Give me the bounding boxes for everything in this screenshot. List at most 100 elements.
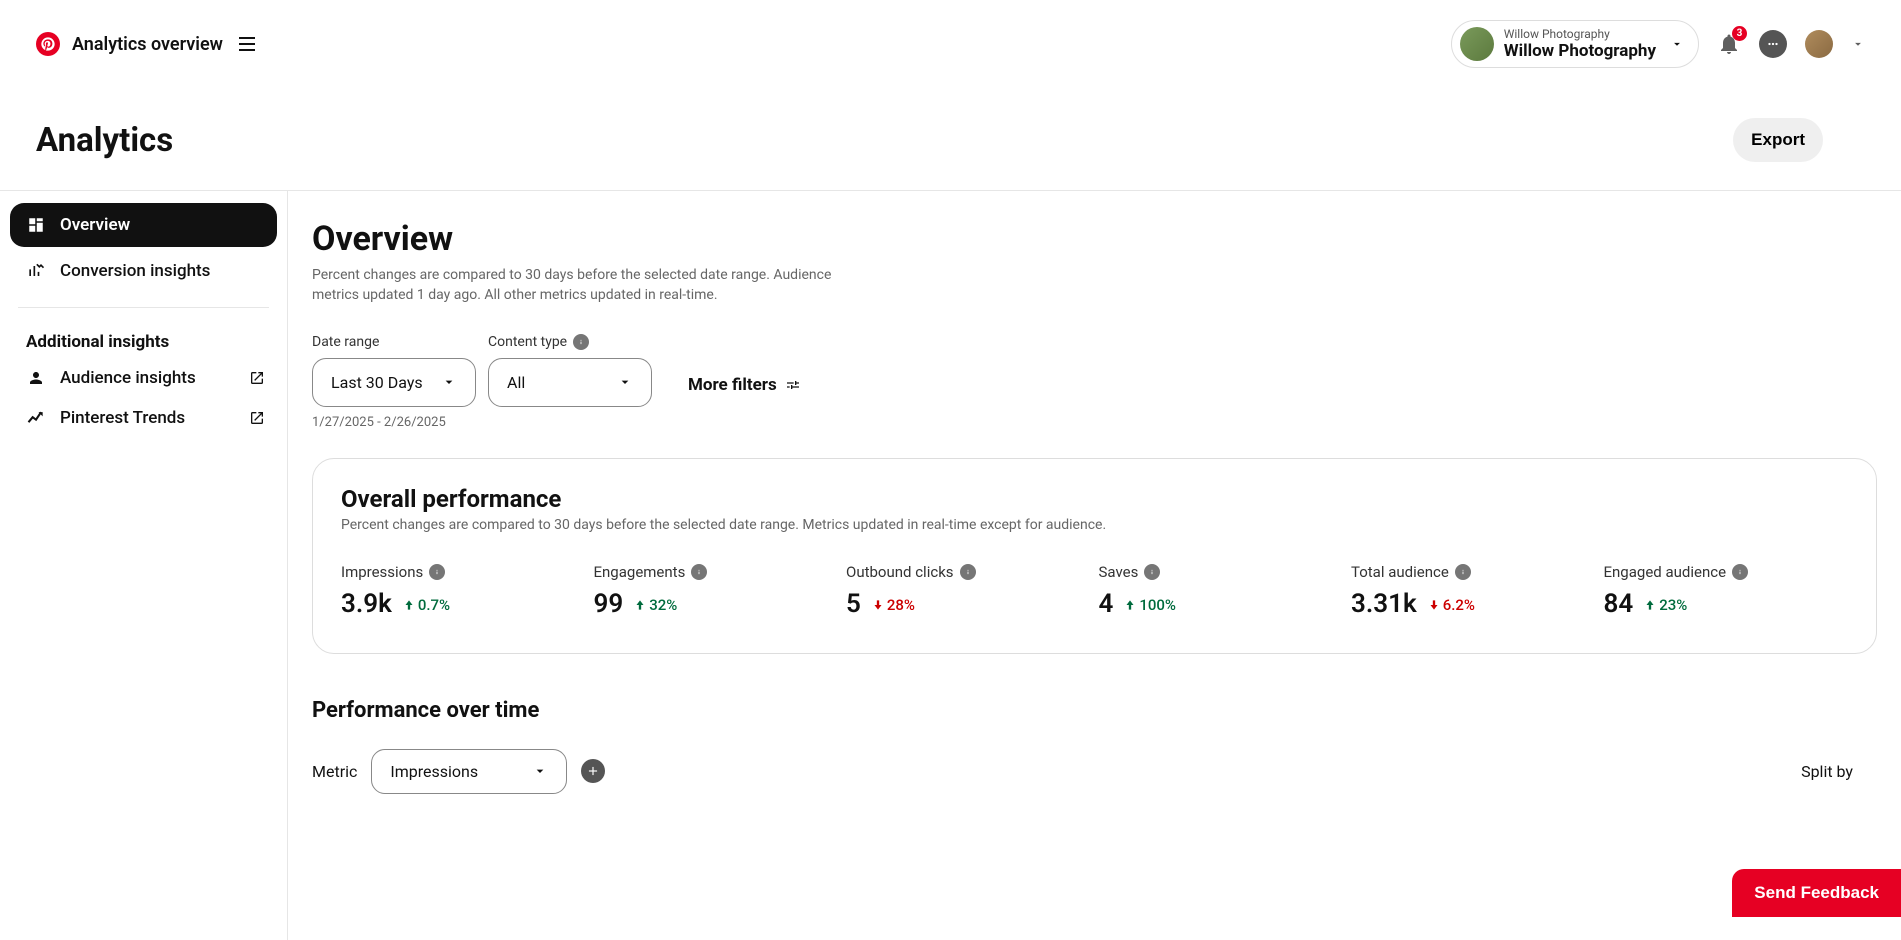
info-icon[interactable]: [573, 334, 589, 350]
messages-button[interactable]: [1759, 30, 1787, 58]
metric-value-row: 99 32%: [594, 589, 839, 619]
add-metric-button[interactable]: [581, 759, 605, 783]
metric-outbound-clicks[interactable]: Outbound clicks 528%: [846, 563, 1091, 619]
info-icon[interactable]: [1144, 564, 1160, 580]
performance-over-time-row: Metric Impressions Split by: [312, 749, 1877, 794]
split-by-group: Split by: [1801, 762, 1853, 781]
metric-label: Impressions: [341, 563, 586, 581]
nav-conversion-insights[interactable]: Conversion insights: [10, 249, 277, 293]
date-range-value: Last 30 Days: [331, 373, 423, 392]
info-icon[interactable]: [1455, 564, 1471, 580]
performance-title: Overall performance: [341, 485, 1848, 513]
sidebar-audience-insights[interactable]: Audience insights: [10, 358, 277, 398]
metric-value: 3.9k: [341, 589, 392, 619]
send-feedback-button[interactable]: Send Feedback: [1732, 869, 1901, 917]
content-title: Overview: [312, 219, 1877, 259]
account-text: Willow Photography Willow Photography: [1504, 27, 1656, 62]
topbar-title: Analytics overview: [72, 34, 223, 55]
more-filters-label: More filters: [688, 375, 777, 395]
chevron-down-icon: [1670, 37, 1684, 51]
metric-saves[interactable]: Saves 4 100%: [1099, 563, 1344, 619]
chevron-down-icon: [617, 374, 633, 390]
notifications-button[interactable]: 3: [1717, 32, 1741, 56]
more-filters-button[interactable]: More filters: [688, 375, 801, 395]
external-link-icon: [249, 410, 265, 426]
page-title: Analytics: [36, 121, 173, 160]
metric-engaged-audience[interactable]: Engaged audience 84 23%: [1604, 563, 1849, 619]
date-range-filter: Date range Last 30 Days: [312, 334, 476, 407]
person-icon: [26, 368, 46, 388]
performance-description: Percent changes are compared to 30 days …: [341, 517, 1848, 533]
metric-value-row: 3.31k6.2%: [1351, 589, 1596, 619]
metric-value-row: 3.9k 0.7%: [341, 589, 586, 619]
page-header: Analytics Export: [0, 84, 1901, 191]
metric-change: 0.7%: [402, 596, 450, 614]
user-avatar[interactable]: [1805, 30, 1833, 58]
notification-badge: 3: [1732, 26, 1747, 41]
account-avatar: [1460, 27, 1494, 61]
metrics-grid: Impressions 3.9k 0.7% Engagements 99 32% Outbo…: [341, 563, 1848, 619]
date-range-text: 1/27/2025 - 2/26/2025: [312, 415, 1877, 430]
sidebar-divider: [18, 307, 269, 308]
pot-left: Metric Impressions: [312, 749, 605, 794]
account-switcher[interactable]: Willow Photography Willow Photography: [1451, 20, 1699, 69]
plus-icon: [586, 764, 600, 778]
main-content: Overview Percent changes are compared to…: [288, 191, 1901, 940]
metric-change: 28%: [871, 596, 915, 614]
info-icon[interactable]: [960, 564, 976, 580]
info-icon[interactable]: [1732, 564, 1748, 580]
pinterest-trends-label: Pinterest Trends: [60, 408, 185, 428]
account-menu-chevron-icon[interactable]: [1851, 37, 1865, 51]
metric-select[interactable]: Impressions: [371, 749, 567, 794]
metric-label: Total audience: [1351, 563, 1596, 581]
metric-label: Engagements: [594, 563, 839, 581]
additional-insights-heading: Additional insights: [10, 322, 277, 358]
chevron-down-icon: [441, 374, 457, 390]
sidebar: Overview Conversion insights Additional …: [0, 191, 288, 940]
metric-engagements[interactable]: Engagements 99 32%: [594, 563, 839, 619]
date-range-select[interactable]: Last 30 Days: [312, 358, 476, 407]
metric-value: 99: [594, 589, 624, 619]
metric-change: 32%: [633, 596, 677, 614]
metric-value: 4: [1099, 589, 1114, 619]
metric-label: Saves: [1099, 563, 1344, 581]
nav-conversion-label: Conversion insights: [60, 261, 210, 281]
metric-value: 3.31k: [1351, 589, 1417, 619]
metric-value-row: 528%: [846, 589, 1091, 619]
account-sub-label: Willow Photography: [1504, 27, 1656, 41]
export-button[interactable]: Export: [1733, 118, 1823, 162]
trend-icon: [26, 408, 46, 428]
sidebar-pinterest-trends[interactable]: Pinterest Trends: [10, 398, 277, 438]
content-type-filter: Content type All: [488, 334, 652, 407]
info-icon[interactable]: [429, 564, 445, 580]
metric-total-audience[interactable]: Total audience 3.31k6.2%: [1351, 563, 1596, 619]
performance-over-time-title: Performance over time: [312, 698, 1877, 723]
hamburger-menu-icon[interactable]: [239, 37, 255, 51]
content-type-label: Content type: [488, 334, 652, 350]
account-main-label: Willow Photography: [1504, 41, 1656, 61]
date-range-label: Date range: [312, 334, 476, 350]
metric-change: 100%: [1123, 596, 1176, 614]
split-by-label: Split by: [1801, 762, 1853, 781]
metric-value: 84: [1604, 589, 1634, 619]
nav-overview[interactable]: Overview: [10, 203, 277, 247]
metric-impressions[interactable]: Impressions 3.9k 0.7%: [341, 563, 586, 619]
content-description: Percent changes are compared to 30 days …: [312, 265, 872, 306]
dashboard-icon: [26, 215, 46, 235]
chevron-down-icon: [532, 763, 548, 779]
metric-value-row: 84 23%: [1604, 589, 1849, 619]
nav-overview-label: Overview: [60, 215, 130, 235]
topbar-right: Willow Photography Willow Photography 3: [1451, 20, 1865, 69]
metric-change: 23%: [1643, 596, 1687, 614]
metric-label: Outbound clicks: [846, 563, 1091, 581]
content-type-value: All: [507, 373, 525, 392]
topbar-left: Analytics overview: [36, 32, 255, 56]
info-icon[interactable]: [691, 564, 707, 580]
external-link-icon: [249, 370, 265, 386]
metric-label: Metric: [312, 762, 357, 781]
topbar: Analytics overview Willow Photography Wi…: [0, 0, 1901, 84]
metric-value-row: 4 100%: [1099, 589, 1344, 619]
metric-label: Engaged audience: [1604, 563, 1849, 581]
pinterest-logo-icon[interactable]: [36, 32, 60, 56]
content-type-select[interactable]: All: [488, 358, 652, 407]
